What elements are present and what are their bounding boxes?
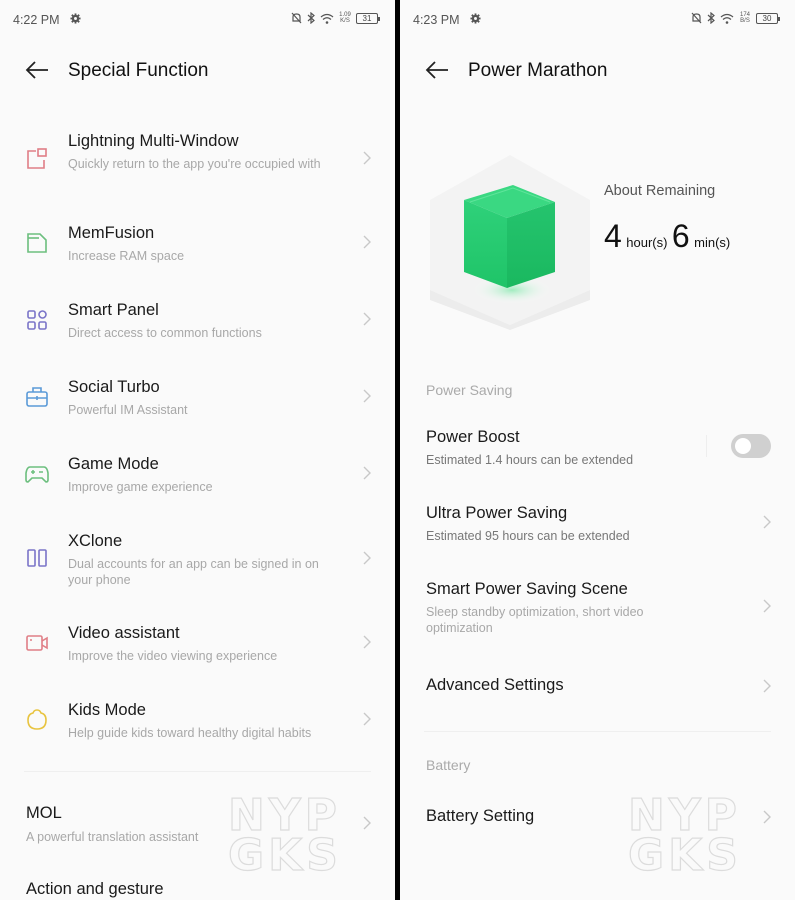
chevron-right-icon: [363, 635, 371, 649]
toggle-separator: [706, 435, 707, 457]
power-boost-toggle[interactable]: [731, 434, 771, 458]
list-item-advanced-settings[interactable]: Advanced Settings: [400, 673, 795, 703]
remaining-label: About Remaining: [604, 183, 716, 199]
list-item-power-boost: Power Boost Estimated 1.4 hours can be e…: [400, 425, 795, 475]
remaining-minutes: 6: [671, 218, 690, 254]
status-time: 4:23 PM: [413, 13, 460, 27]
network-speed: 1.09 K/S: [339, 12, 351, 24]
list-item-xclone[interactable]: XClone Dual accounts for an app can be s…: [0, 528, 395, 598]
status-bar: 4:22 PM 1.09 K/S 31: [0, 0, 395, 38]
section-battery: Battery: [426, 757, 471, 773]
list-item-smart-panel[interactable]: Smart Panel Direct access to common func…: [0, 297, 395, 347]
page-header: Power Marathon: [400, 52, 795, 92]
battery-cube-illustration: [430, 155, 590, 330]
multi-window-icon: [27, 148, 47, 169]
list-item-memfusion[interactable]: MemFusion Increase RAM space: [0, 220, 395, 270]
chevron-right-icon: [363, 816, 371, 830]
chevron-right-icon: [763, 515, 771, 529]
grid-icon: [27, 310, 47, 330]
status-bar: 4:23 PM 174 B/S 30: [400, 0, 795, 38]
page-title: Special Function: [68, 60, 209, 81]
remaining-time: 4 hour(s) 6 min(s): [604, 218, 730, 255]
chevron-right-icon: [363, 466, 371, 480]
mute-bell-icon: [691, 12, 702, 24]
back-arrow-icon[interactable]: [424, 60, 450, 80]
list-item-social-turbo[interactable]: Social Turbo Powerful IM Assistant: [0, 374, 395, 424]
video-camera-icon: [26, 635, 48, 651]
list-item-smart-power-saving-scene[interactable]: Smart Power Saving Scene Sleep standby o…: [400, 577, 795, 647]
network-speed: 174 B/S: [739, 12, 750, 24]
chevron-right-icon: [363, 712, 371, 726]
chevron-right-icon: [363, 551, 371, 565]
divider: [424, 731, 771, 732]
dual-app-icon: [27, 549, 47, 567]
divider: [24, 771, 371, 772]
list-item-mol[interactable]: MOL A powerful translation assistant: [0, 802, 395, 852]
minutes-unit: min(s): [694, 235, 731, 250]
chevron-right-icon: [763, 599, 771, 613]
wifi-icon: [720, 13, 734, 24]
briefcase-icon: [26, 387, 48, 407]
special-function-screen: 4:22 PM 1.09 K/S 31 Special Function Ligh…: [0, 0, 395, 900]
hours-unit: hour(s): [626, 235, 668, 250]
bluetooth-icon: [307, 12, 315, 24]
list-item-game-mode[interactable]: Game Mode Improve game experience: [0, 451, 395, 501]
page-title: Power Marathon: [468, 60, 608, 81]
status-time: 4:22 PM: [13, 13, 60, 27]
remaining-hours: 4: [604, 218, 622, 254]
list-item-ultra-power-saving[interactable]: Ultra Power Saving Estimated 95 hours ca…: [400, 501, 795, 551]
toggle-knob: [735, 438, 751, 454]
chevron-right-icon: [363, 151, 371, 165]
list-item-kids-mode[interactable]: Kids Mode Help guide kids toward healthy…: [0, 697, 395, 747]
list-item-action-and-gesture[interactable]: Action and gesture: [0, 880, 395, 900]
chevron-right-icon: [363, 235, 371, 249]
list-item-lightning-multi-window[interactable]: Lightning Multi-Window Quickly return to…: [0, 128, 395, 198]
gear-icon: [70, 13, 81, 24]
power-marathon-screen: 4:23 PM 174 B/S 30 Power Marathon About R…: [400, 0, 795, 900]
gear-icon: [470, 13, 481, 24]
chevron-right-icon: [363, 389, 371, 403]
page-header: Special Function: [0, 52, 395, 92]
chevron-right-icon: [763, 810, 771, 824]
battery-indicator: 31: [356, 12, 380, 24]
section-power-saving: Power Saving: [426, 382, 513, 398]
list-item-battery-setting[interactable]: Battery Setting: [400, 804, 795, 834]
bluetooth-icon: [707, 12, 715, 24]
mute-bell-icon: [291, 12, 302, 24]
memory-card-icon: [27, 233, 47, 253]
chevron-right-icon: [363, 312, 371, 326]
chevron-right-icon: [763, 679, 771, 693]
battery-indicator: 30: [756, 12, 780, 24]
wifi-icon: [320, 13, 334, 24]
gamepad-icon: [25, 466, 49, 483]
list-item-video-assistant[interactable]: Video assistant Improve the video viewin…: [0, 620, 395, 670]
kids-face-icon: [27, 709, 47, 730]
back-arrow-icon[interactable]: [24, 60, 50, 80]
